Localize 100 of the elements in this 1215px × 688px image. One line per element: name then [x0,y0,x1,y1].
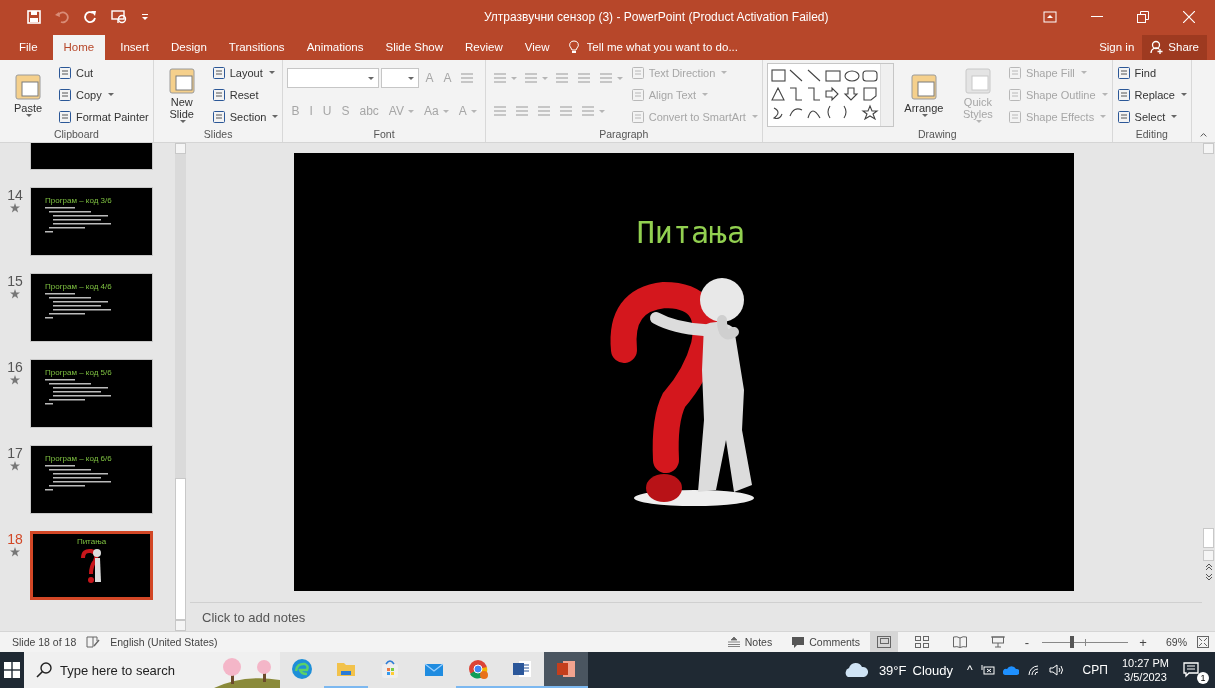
presentation-icon[interactable] [111,10,127,25]
notes-button[interactable]: Notes [727,636,773,648]
font-size-field[interactable] [381,68,420,89]
note-icon [211,87,226,102]
slide-thumbnail[interactable]: Програм – код 6/6 [30,444,153,514]
sign-in-link[interactable]: Sign in [1091,34,1143,60]
temperature[interactable]: 39°F [878,662,907,678]
slide-thumbnail[interactable]: Програм – код 4/6 [30,272,153,342]
tell-me-field[interactable]: Tell me what you want to do... [584,40,789,55]
font-name-field[interactable] [287,68,380,89]
star-icon [10,546,20,557]
restore-icon[interactable] [1137,11,1149,24]
view-icon [877,636,891,648]
share-button[interactable]: Share [1142,34,1207,60]
redo-icon[interactable] [83,10,97,25]
clock-time[interactable]: 10:27 PM [1121,656,1169,670]
note-icon [630,109,645,124]
ribbon-display-icon[interactable] [1043,11,1057,24]
cloud-sync-icon[interactable] [1002,665,1019,675]
close-icon[interactable] [1183,11,1195,24]
weather-condition[interactable]: Cloudy [912,662,953,678]
ribbon-button[interactable]: New Slide [157,66,206,124]
language-label[interactable]: English (United States) [110,636,218,648]
slide-thumbnail[interactable]: Питања [30,530,153,600]
shapes-gallery[interactable] [766,62,894,127]
group-label: Clipboard [52,127,100,142]
comments-button[interactable]: Comments [792,636,860,648]
slides-app-button[interactable] [544,652,588,688]
document-app-button[interactable] [500,652,544,688]
swirl-app-button[interactable] [280,652,324,688]
thumbnail-title: Програм – код 5/6 [45,367,112,377]
input-language[interactable]: СРП [1082,663,1108,677]
spelling-icon[interactable] [86,636,101,648]
notifications-icon[interactable] [1183,662,1199,678]
app-icon [291,658,313,680]
ribbon-button[interactable]: Layout [211,62,275,83]
ribbon-tab[interactable]: Transitions [217,34,296,60]
ribbon-tab[interactable]: Design [160,34,218,60]
ribbon-button[interactable]: Select [1116,106,1178,127]
ribbon-button[interactable]: Section [211,106,279,127]
collapse-ribbon-icon[interactable] [1199,131,1207,138]
show-hidden-icons-button[interactable]: ^ [966,663,973,677]
lightbulb-icon [568,40,579,55]
group-label: Drawing [917,127,958,142]
search-icon [36,662,52,678]
ribbon-button[interactable]: Copy [58,84,114,105]
ribbon-tab[interactable]: View [513,34,561,60]
scrollbar-thumb[interactable] [175,478,186,620]
ribbon-button[interactable]: Replace [1116,84,1187,105]
save-icon[interactable] [27,10,41,25]
ribbon-button[interactable]: Arrange [899,72,948,118]
previous-slide-icon[interactable] [1204,563,1213,571]
undo-icon[interactable] [55,10,69,25]
speaker-icon[interactable] [1048,664,1065,676]
slide-thumbnail[interactable]: Програм – код 5/6 [30,358,153,428]
ribbon-button[interactable]: Reset [211,84,259,105]
ribbon-button[interactable]: Format Painter [58,106,149,127]
slide-number: 14 [7,186,23,203]
ribbon-tab[interactable]: Insert [109,34,160,60]
minimize-icon[interactable] [1091,16,1103,19]
ribbon-tab[interactable]: Animations [295,34,375,60]
scrollbar[interactable] [173,142,188,631]
frame-icon [13,72,43,103]
lines-icon [557,104,574,119]
windows-logo-icon[interactable] [4,662,20,678]
frame-icon [908,72,939,103]
ribbon-tab[interactable]: Slide Show [374,34,455,60]
window-title: Ултразвучни сензор (3) - PowerPoint (Product Activation Failed) [483,10,830,25]
next-slide-icon[interactable] [1204,573,1213,581]
zoom-slider-thumb[interactable] [1070,636,1075,648]
ribbon-tab[interactable]: File [8,34,49,60]
slide-number: 18 [7,530,23,547]
zoom-out-button[interactable]: - [1022,634,1032,650]
wifi-icon[interactable] [1026,664,1041,676]
notes-field[interactable]: Click to add notes [200,608,404,626]
zoom-slider[interactable] [1042,636,1128,648]
taskbar-search-field[interactable]: Type here to search [24,652,280,688]
customize-icon[interactable] [141,12,149,23]
lines-icon [459,71,476,86]
clock-date[interactable]: 3/5/2023 [1124,670,1167,684]
battery-icon[interactable] [980,664,995,676]
ribbon-tab[interactable]: Review [454,34,514,60]
slide-thumbnail[interactable]: Програм – код 3/6 [30,186,153,256]
lines-icon [491,71,508,86]
zoom-level[interactable]: 69% [1166,636,1187,648]
lines-icon [535,104,552,119]
scrollbar-thumb[interactable] [1203,528,1214,548]
normal-view-button[interactable] [870,632,898,652]
note-icon [1007,65,1022,80]
fit-to-window-icon[interactable] [1197,636,1209,648]
ribbon-button[interactable]: Cut [58,62,94,83]
ribbon-button[interactable]: Paste [4,72,52,118]
slide-title: Питања [636,214,746,250]
thumbnail-title: Програм – код 4/6 [45,281,112,291]
zoom-in-button[interactable]: + [1138,634,1148,650]
note-icon [630,87,645,102]
lines-icon [579,104,596,119]
slide-canvas[interactable]: Питања [294,152,1074,591]
ribbon-button[interactable]: Find [1116,62,1156,83]
ribbon-tab[interactable]: Home [52,34,106,60]
